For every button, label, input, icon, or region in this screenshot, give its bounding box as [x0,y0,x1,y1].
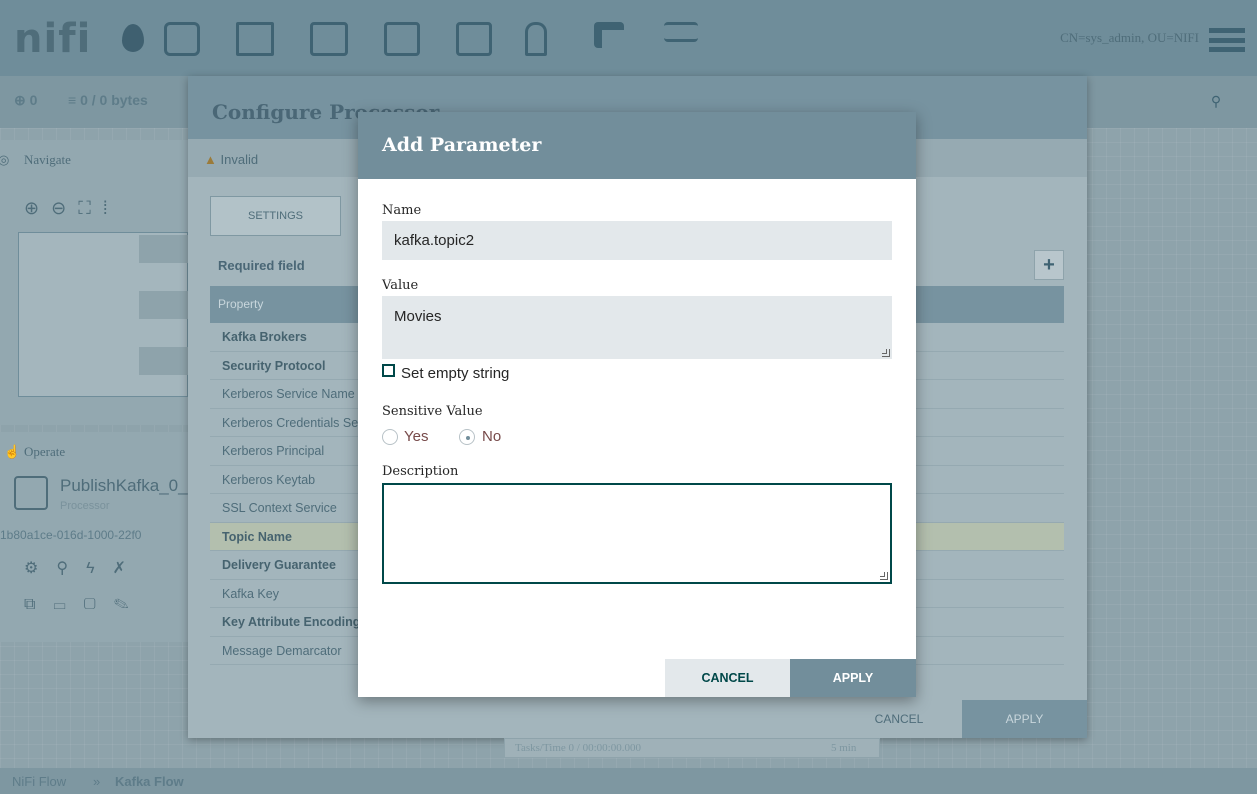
breadcrumb: NiFi Flow » Kafka Flow [0,768,1257,794]
zoom-out-icon[interactable]: ⊖ [51,198,78,218]
processor-icon[interactable] [164,22,200,56]
copy-icon[interactable]: ⧉ [24,596,53,613]
zoom-in-icon[interactable]: ⊕ [24,198,51,218]
breadcrumb-root[interactable]: NiFi Flow [12,774,66,789]
warning-icon: ▲ [204,152,217,167]
resize-grip-icon[interactable] [880,572,888,580]
add-parameter-dialog: Add Parameter Name Value Movies Set empt… [358,112,916,697]
minimap-block [139,347,189,375]
funnel-icon[interactable] [525,22,547,56]
minimap-block [139,291,189,319]
operate-title: Operate [24,444,66,459]
breadcrumb-current[interactable]: Kafka Flow [115,774,184,789]
hand-pointer-icon: ☝ [4,444,21,459]
invalid-status: ▲ Invalid [204,152,258,167]
resize-grip-icon[interactable] [882,349,890,357]
operate-actions-row1: ⚙⚲ϟ✗ [24,558,144,578]
operate-actions-row2: ⧉▭▢✎ [24,596,146,614]
name-label: Name [382,203,422,218]
output-port-icon[interactable] [310,22,348,56]
input-port-icon[interactable] [236,22,274,56]
disable-icon[interactable]: ✗ [113,560,144,577]
description-textarea[interactable] [382,483,892,584]
selected-component-id: 1b80a1ce-016d-1000-22f0 [0,528,142,542]
invalid-status-text: Invalid [220,152,259,167]
template-icon[interactable] [594,22,624,48]
process-group-icon[interactable] [384,22,420,56]
sensitive-yes-radio[interactable] [382,429,398,445]
configure-gear-icon[interactable]: ⚙ [24,560,56,577]
sensitive-no-radio[interactable] [459,429,475,445]
actual-size-icon[interactable]: ⁞ [103,198,120,218]
remote-process-group-icon[interactable] [456,22,492,56]
sensitive-no-label[interactable]: No [482,428,501,445]
add-property-button[interactable]: + [1034,250,1064,280]
configure-footer: CANCEL APPLY [188,700,1087,738]
breadcrumb-separator: » [93,774,101,789]
required-field-legend: Required field [218,258,305,273]
tasks-time-strip: Tasks/Time 0 / 00:00:00.000 5 min [504,738,880,758]
value-textarea[interactable]: Movies [382,296,892,359]
sensitive-yes-label[interactable]: Yes [404,428,428,445]
apply-button[interactable]: APPLY [790,659,916,697]
description-label: Description [382,464,459,479]
name-input[interactable] [382,221,892,260]
value-label: Value [382,278,419,293]
navigate-tools: ⊕⊖⛶⁞ [24,198,120,219]
global-menu-icon[interactable] [1209,28,1245,52]
group-icon[interactable]: ▢ [84,596,114,613]
top-header: nifi CN=sys_admin, OU=NIFI [0,0,1257,76]
access-policies-icon[interactable]: ⚲ [56,560,86,577]
add-parameter-header: Add Parameter [358,112,916,179]
selected-component-type: Processor [60,500,110,512]
fit-icon[interactable]: ⛶ [78,198,103,218]
operate-panel: ☝ Operate PublishKafka_0_10 Processor 1b… [0,432,207,642]
set-empty-string-checkbox[interactable] [382,364,395,377]
queued-data-value: 0 / 0 bytes [80,92,148,108]
configure-apply-button[interactable]: APPLY [962,700,1087,738]
navigate-panel: ◎ Navigate ⊕⊖⛶⁞ [0,140,189,425]
color-brush-icon[interactable]: ✎ [114,596,147,613]
nifi-drop-icon [122,24,144,52]
enable-icon[interactable]: ϟ [86,560,112,577]
navigate-title: Navigate [24,152,71,167]
column-property: Property [218,297,264,311]
set-empty-string-label[interactable]: Set empty string [401,365,509,382]
search-icon[interactable]: ⚲ [1203,88,1229,114]
birdseye-minimap[interactable] [18,232,189,397]
minimap-block [139,235,189,263]
nifi-logo: nifi [14,16,92,62]
selected-component-name: PublishKafka_0_10 [60,476,207,495]
active-threads-value: 0 [29,92,38,108]
configure-cancel-button[interactable]: CANCEL [836,700,962,738]
queued-data: ≡ 0 / 0 bytes [68,92,148,108]
compass-icon: ◎ [0,152,10,167]
active-threads: ⊕ 0 [14,92,38,108]
dialog-title: Add Parameter [382,134,542,156]
value-text: Movies [394,308,442,325]
processor-icon [14,476,48,510]
tasks-window: 5 min [831,742,857,754]
label-icon[interactable] [664,22,698,42]
tasks-time: Tasks/Time 0 / 00:00:00.000 [515,742,641,754]
paste-icon[interactable]: ▭ [53,596,83,613]
cancel-button[interactable]: CANCEL [665,659,790,697]
tab-settings[interactable]: SETTINGS [210,196,341,236]
current-user: CN=sys_admin, OU=NIFI [1060,30,1199,45]
sensitive-value-label: Sensitive Value [382,404,483,419]
